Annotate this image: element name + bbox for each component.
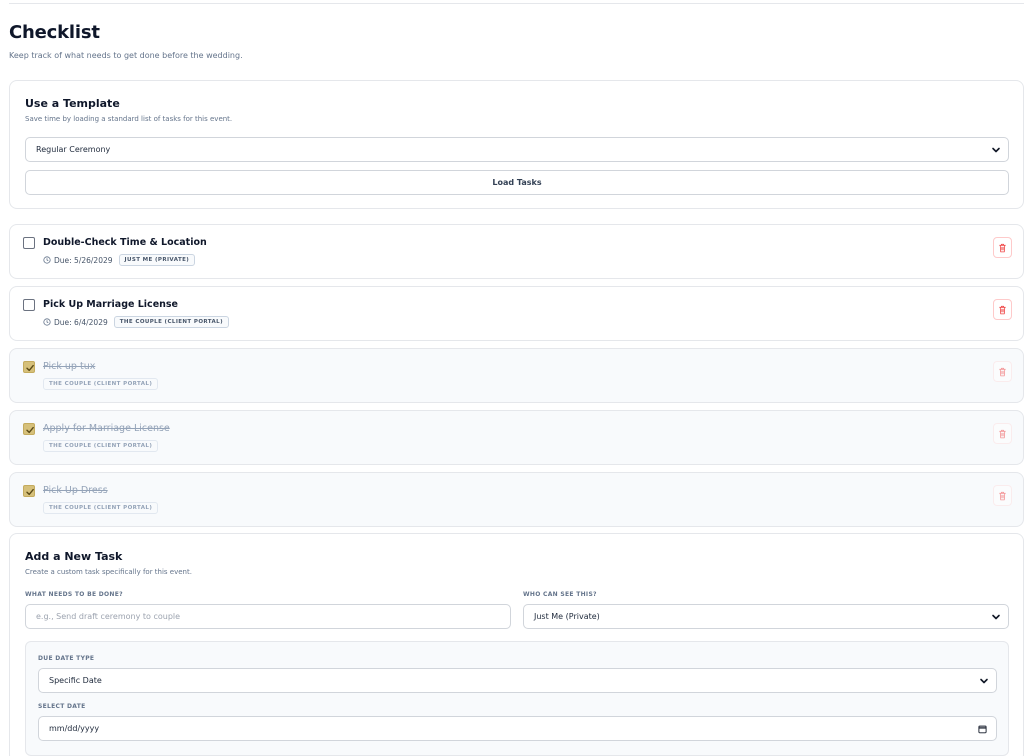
task-item: Pick Up Dress THE COUPLE (CLIENT PORTAL) bbox=[9, 472, 1024, 527]
task-checkbox[interactable] bbox=[23, 485, 35, 497]
load-tasks-button[interactable]: Load Tasks bbox=[25, 170, 1009, 195]
due-type-select[interactable]: Specific Date bbox=[38, 668, 997, 693]
template-description: Save time by loading a standard list of … bbox=[25, 115, 233, 123]
trash-icon bbox=[999, 305, 1006, 314]
date-input[interactable]: mm/dd/yyyy bbox=[38, 716, 997, 741]
task-item: Pick Up Marriage License Due: 6/4/2029 T… bbox=[9, 286, 1024, 341]
task-checkbox[interactable] bbox=[23, 361, 35, 373]
task-checkbox[interactable] bbox=[23, 423, 35, 435]
visibility-select-value: Just Me (Private) bbox=[534, 612, 600, 621]
template-card: Use a Template Save time by loading a st… bbox=[9, 80, 1024, 209]
task-title: Pick up tux bbox=[43, 361, 96, 372]
page-subtitle: Keep track of what needs to get done bef… bbox=[9, 51, 243, 60]
clock-icon bbox=[43, 318, 51, 326]
delete-task-button[interactable] bbox=[993, 361, 1012, 382]
task-item: Double-Check Time & Location Due: 5/26/2… bbox=[9, 224, 1024, 279]
task-title: Double-Check Time & Location bbox=[43, 237, 207, 248]
delete-task-button[interactable] bbox=[993, 237, 1012, 258]
task-name-label: WHAT NEEDS TO BE DONE? bbox=[25, 591, 123, 598]
task-item: Apply for Marriage License THE COUPLE (C… bbox=[9, 410, 1024, 465]
check-icon bbox=[26, 364, 34, 372]
add-task-title: Add a New Task bbox=[25, 550, 123, 563]
due-date-text: Due: 6/4/2029 bbox=[54, 317, 108, 327]
task-name-input[interactable] bbox=[25, 604, 511, 629]
delete-task-button[interactable] bbox=[993, 423, 1012, 444]
delete-task-button[interactable] bbox=[993, 299, 1012, 320]
visibility-badge: JUST ME (PRIVATE) bbox=[118, 254, 196, 266]
task-checkbox[interactable] bbox=[23, 237, 35, 249]
task-meta: THE COUPLE (CLIENT PORTAL) bbox=[43, 378, 159, 390]
task-meta: Due: 5/26/2029 JUST ME (PRIVATE) bbox=[43, 254, 196, 266]
chevron-down-icon bbox=[992, 147, 1000, 152]
visibility-badge: THE COUPLE (CLIENT PORTAL) bbox=[43, 378, 159, 390]
add-task-card: Add a New Task Create a custom task spec… bbox=[9, 533, 1024, 756]
task-meta: Due: 6/4/2029 THE COUPLE (CLIENT PORTAL) bbox=[43, 316, 229, 328]
visibility-badge: THE COUPLE (CLIENT PORTAL) bbox=[43, 440, 159, 452]
check-icon bbox=[26, 426, 34, 434]
task-item: Pick up tux THE COUPLE (CLIENT PORTAL) bbox=[9, 348, 1024, 403]
chevron-down-icon bbox=[992, 614, 1000, 619]
due-date-text: Due: 5/26/2029 bbox=[54, 255, 113, 265]
due-date-panel: DUE DATE TYPE Specific Date SELECT DATE … bbox=[25, 641, 1009, 756]
task-meta: THE COUPLE (CLIENT PORTAL) bbox=[43, 502, 159, 514]
trash-icon bbox=[999, 429, 1006, 438]
trash-icon bbox=[999, 491, 1006, 500]
due-type-select-value: Specific Date bbox=[49, 676, 102, 685]
visibility-badge: THE COUPLE (CLIENT PORTAL) bbox=[113, 316, 229, 328]
add-task-description: Create a custom task specifically for th… bbox=[25, 568, 192, 576]
task-meta: THE COUPLE (CLIENT PORTAL) bbox=[43, 440, 159, 452]
template-select-value: Regular Ceremony bbox=[36, 145, 111, 154]
delete-task-button[interactable] bbox=[993, 485, 1012, 506]
task-checkbox[interactable] bbox=[23, 299, 35, 311]
top-divider bbox=[9, 3, 1024, 4]
due-type-label: DUE DATE TYPE bbox=[38, 655, 95, 662]
select-date-label: SELECT DATE bbox=[38, 703, 86, 710]
task-title: Pick Up Dress bbox=[43, 485, 108, 496]
visibility-label: WHO CAN SEE THIS? bbox=[523, 591, 597, 598]
due-date: Due: 5/26/2029 bbox=[43, 256, 113, 265]
task-title: Apply for Marriage License bbox=[43, 423, 170, 434]
date-input-placeholder: mm/dd/yyyy bbox=[49, 724, 100, 733]
task-title: Pick Up Marriage License bbox=[43, 299, 178, 310]
visibility-select[interactable]: Just Me (Private) bbox=[523, 604, 1009, 629]
check-icon bbox=[26, 488, 34, 496]
page-title: Checklist bbox=[9, 22, 100, 43]
calendar-icon[interactable] bbox=[978, 724, 987, 733]
template-title: Use a Template bbox=[25, 97, 120, 110]
visibility-badge: THE COUPLE (CLIENT PORTAL) bbox=[43, 502, 159, 514]
clock-icon bbox=[43, 256, 51, 264]
template-select[interactable]: Regular Ceremony bbox=[25, 137, 1009, 162]
trash-icon bbox=[999, 243, 1006, 252]
due-date: Due: 6/4/2029 bbox=[43, 318, 108, 327]
chevron-down-icon bbox=[980, 678, 988, 683]
trash-icon bbox=[999, 367, 1006, 376]
